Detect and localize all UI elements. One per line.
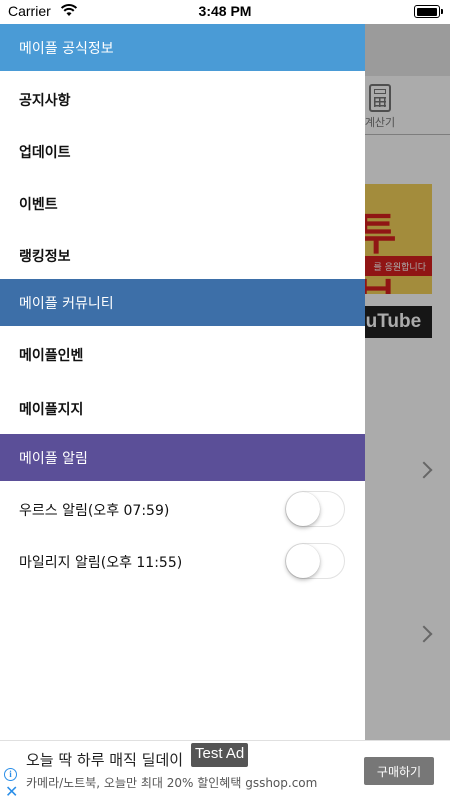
ursus-alarm-toggle[interactable] bbox=[285, 491, 345, 527]
ad-subtitle[interactable]: 카메라/노트북, 오늘만 최대 20% 할인혜택 gsshop.com bbox=[26, 774, 317, 791]
ad-title[interactable]: 오늘 딱 하루 매직 딜데이 bbox=[26, 749, 183, 770]
menu-item-notices[interactable]: 공지사항 bbox=[0, 71, 365, 123]
status-bar: Carrier 3:48 PM bbox=[0, 0, 450, 24]
toggle-knob bbox=[286, 492, 320, 526]
menu-item-events[interactable]: 이벤트 bbox=[0, 175, 365, 227]
toggle-row-mileage: 마일리지 알림(오후 11:55) bbox=[0, 533, 365, 585]
buy-button[interactable]: 구매하기 bbox=[364, 757, 434, 785]
mileage-alarm-toggle[interactable] bbox=[285, 543, 345, 579]
toggle-label-ursus: 우르스 알림(오후 07:59) bbox=[19, 503, 170, 519]
menu-item-updates[interactable]: 업데이트 bbox=[0, 123, 365, 175]
menu-item-inven[interactable]: 메이플인벤 bbox=[0, 326, 365, 380]
clock: 3:48 PM bbox=[198, 3, 252, 19]
menu-item-ranking[interactable]: 랭킹정보 bbox=[0, 227, 365, 279]
battery-icon bbox=[414, 5, 443, 18]
section-header-alarm: 메이플 알림 bbox=[0, 434, 365, 481]
menu-item-maplegg[interactable]: 메이플지지 bbox=[0, 380, 365, 434]
section-header-community: 메이플 커뮤니티 bbox=[0, 279, 365, 326]
toggle-row-ursus: 우르스 알림(오후 07:59) bbox=[0, 481, 365, 533]
toggle-knob bbox=[286, 544, 320, 578]
ad-banner[interactable]: i ✕ 오늘 딱 하루 매직 딜데이 Test Ad 카메라/노트북, 오늘만 … bbox=[0, 740, 450, 800]
section-header-official-info: 메이플 공식정보 bbox=[0, 24, 365, 71]
ad-info-icon[interactable]: i bbox=[4, 768, 17, 781]
navigation-drawer: 메이플 공식정보 공지사항 업데이트 이벤트 랭킹정보 메이플 커뮤니티 메이플… bbox=[0, 24, 365, 740]
toggle-label-mileage: 마일리지 알림(오후 11:55) bbox=[19, 555, 183, 571]
ad-close-icon[interactable]: ✕ bbox=[5, 784, 18, 800]
test-ad-label: Test Ad bbox=[191, 743, 249, 767]
